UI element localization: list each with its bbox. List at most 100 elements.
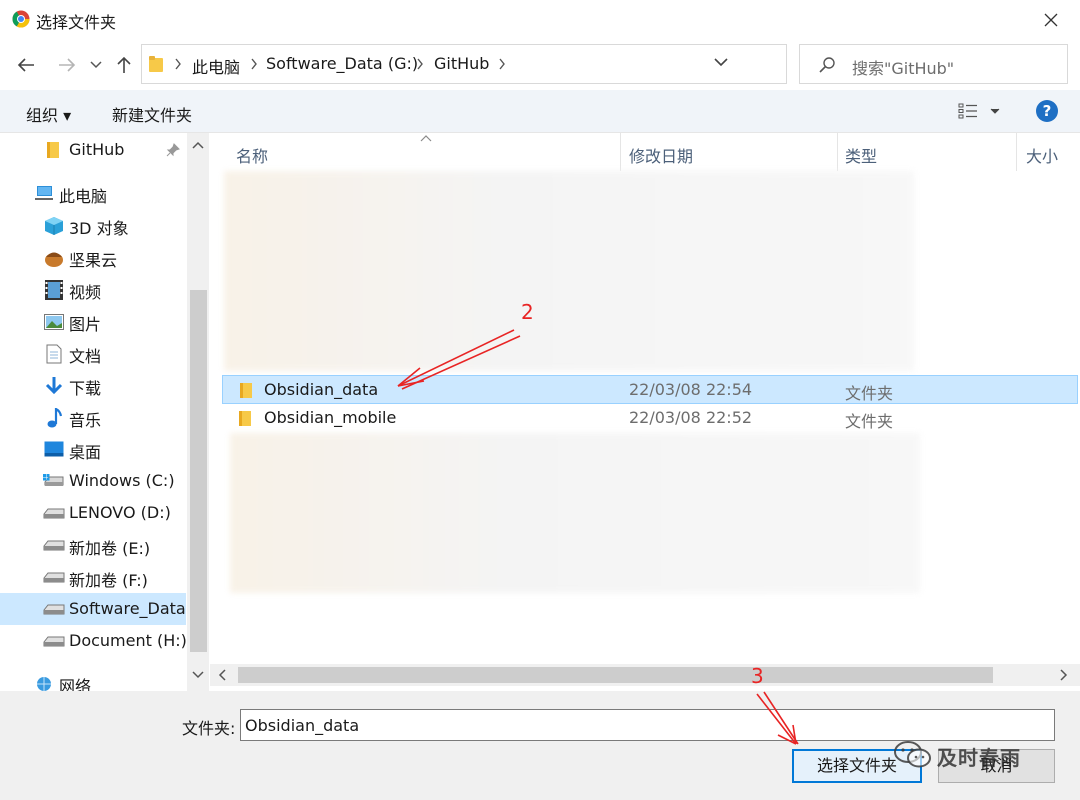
scroll-up-icon[interactable] <box>192 141 204 149</box>
view-details-icon[interactable] <box>958 102 978 120</box>
navigation-pane-scrollbar[interactable] <box>187 133 209 691</box>
blurred-file-rows <box>230 433 920 593</box>
scrollbar-thumb[interactable] <box>190 290 207 652</box>
title-bar: 选择文件夹 <box>0 0 1080 40</box>
breadcrumb-this-pc[interactable]: 此电脑 <box>192 54 240 78</box>
folder-icon <box>149 56 163 72</box>
pin-icon <box>166 143 180 157</box>
sidebar-item-github[interactable]: GitHub <box>0 134 186 166</box>
forward-button[interactable] <box>55 53 79 77</box>
file-name: Obsidian_mobile <box>264 408 397 427</box>
breadcrumb-github[interactable]: GitHub <box>434 54 489 73</box>
file-name: Obsidian_data <box>264 380 379 399</box>
file-list-horizontal-scrollbar[interactable] <box>210 664 1080 686</box>
watermark-text: 及时春雨 <box>937 746 1021 770</box>
nutstore-icon <box>45 252 63 267</box>
search-icon <box>819 57 835 73</box>
search-box[interactable]: 搜索"GitHub" <box>799 44 1068 84</box>
address-history-dropdown-icon[interactable] <box>714 57 728 67</box>
address-bar[interactable]: 此电脑 Software_Data (G:) GitHub <box>141 44 915 84</box>
sidebar-item-network[interactable]: 网络 <box>0 667 186 691</box>
table-row[interactable]: Obsidian_data 22/03/08 22:54 文件夹 <box>222 375 1078 404</box>
new-folder-button[interactable]: 新建文件夹 <box>112 102 192 126</box>
arrow-left-icon <box>17 58 34 72</box>
file-type: 文件夹 <box>845 384 894 403</box>
chevron-right-icon <box>175 58 181 70</box>
sidebar-item-drive-g[interactable]: Software_Data (G:) <box>0 593 210 625</box>
folder-name-input[interactable] <box>240 709 1055 741</box>
scrollbar-thumb[interactable] <box>238 667 993 683</box>
command-bar: 组织 ▾ 新建文件夹 <box>0 90 1080 133</box>
column-header-name[interactable]: 名称 <box>210 133 620 171</box>
back-button[interactable] <box>14 53 38 77</box>
video-icon <box>45 280 63 300</box>
column-header-modified[interactable]: 修改日期 <box>621 133 837 171</box>
column-header-size[interactable]: 大小 <box>1017 133 1080 171</box>
up-button[interactable] <box>112 53 136 77</box>
close-icon <box>1044 13 1058 27</box>
network-icon <box>37 677 51 691</box>
column-header-type[interactable]: 类型 <box>838 133 1016 171</box>
table-row[interactable]: Obsidian_mobile 22/03/08 22:52 文件夹 <box>222 404 1078 433</box>
sidebar-item-label: LENOVO (D:) <box>69 503 171 522</box>
sidebar-item-drive-f[interactable]: 新加卷 (F:) <box>0 561 186 593</box>
sidebar-item-documents[interactable]: 文档 <box>0 337 186 369</box>
sidebar-item-label: Document (H:) <box>69 631 187 650</box>
sidebar-item-pictures[interactable]: 图片 <box>0 305 186 337</box>
drive-icon <box>43 572 65 583</box>
file-type: 文件夹 <box>845 412 894 431</box>
sidebar-item-label: 此电脑 <box>59 187 108 206</box>
chrome-icon <box>12 10 30 28</box>
sidebar-item-drive-h[interactable]: Document (H:) <box>0 625 187 657</box>
arrow-up-icon <box>117 56 131 73</box>
scroll-right-icon[interactable] <box>1060 669 1068 681</box>
sidebar-item-label: 视频 <box>69 283 102 302</box>
sidebar-item-label: 坚果云 <box>69 251 118 270</box>
sidebar-item-downloads[interactable]: 下载 <box>0 369 186 401</box>
sidebar-item-label: 网络 <box>59 677 92 691</box>
sidebar-item-label: 图片 <box>69 315 102 334</box>
desktop-icon <box>44 441 64 457</box>
sidebar-item-label: 文档 <box>69 347 102 366</box>
cube-icon <box>45 217 63 235</box>
window-title: 选择文件夹 <box>36 13 117 32</box>
sidebar-item-drive-c[interactable]: Windows (C:) <box>0 465 186 497</box>
sidebar-item-label: 音乐 <box>69 411 102 430</box>
folder-field-label: 文件夹: <box>182 719 236 738</box>
download-icon <box>45 377 63 395</box>
computer-icon <box>35 186 53 200</box>
folder-icon <box>240 383 252 398</box>
sidebar-item-label: 新加卷 (F:) <box>69 571 148 590</box>
scroll-down-icon[interactable] <box>192 671 204 679</box>
sidebar-item-this-pc[interactable]: 此电脑 <box>0 177 186 209</box>
sidebar-item-label: 3D 对象 <box>69 219 129 238</box>
folder-icon <box>47 142 59 158</box>
file-list: 名称 修改日期 类型 大小 Obsidian_data 22/03/08 22:… <box>210 133 1080 664</box>
organize-menu[interactable]: 组织 ▾ <box>26 102 71 126</box>
sidebar-item-desktop[interactable]: 桌面 <box>0 433 186 465</box>
file-modified: 22/03/08 22:52 <box>629 408 753 427</box>
sidebar-item-3d-objects[interactable]: 3D 对象 <box>0 209 186 241</box>
blurred-file-rows <box>224 171 914 371</box>
view-dropdown-icon[interactable] <box>990 108 1000 114</box>
recent-locations-button[interactable] <box>86 53 106 77</box>
sidebar-item-videos[interactable]: 视频 <box>0 273 186 305</box>
chevron-right-icon <box>499 58 505 70</box>
sidebar-item-drive-d[interactable]: LENOVO (D:) <box>0 497 186 529</box>
sidebar-item-music[interactable]: 音乐 <box>0 401 186 433</box>
drive-icon <box>43 636 65 647</box>
sidebar-item-label: 新加卷 (E:) <box>69 539 151 558</box>
chevron-right-icon <box>251 58 257 70</box>
music-icon <box>47 408 62 428</box>
folder-icon <box>239 411 251 426</box>
drive-icon <box>43 474 64 486</box>
breadcrumb-drive[interactable]: Software_Data (G:) <box>266 54 418 73</box>
close-button[interactable] <box>1036 6 1066 34</box>
sidebar-item-nutstore[interactable]: 坚果云 <box>0 241 186 273</box>
wechat-icon <box>894 741 931 768</box>
file-modified: 22/03/08 22:54 <box>629 380 753 399</box>
navigation-pane: GitHub 此电脑 3D 对象 坚果云 视频 图片 文档 下载 音乐 桌面 W… <box>0 133 210 691</box>
help-icon[interactable]: ? <box>1036 100 1058 122</box>
scroll-left-icon[interactable] <box>218 669 226 681</box>
sidebar-item-drive-e[interactable]: 新加卷 (E:) <box>0 529 186 561</box>
